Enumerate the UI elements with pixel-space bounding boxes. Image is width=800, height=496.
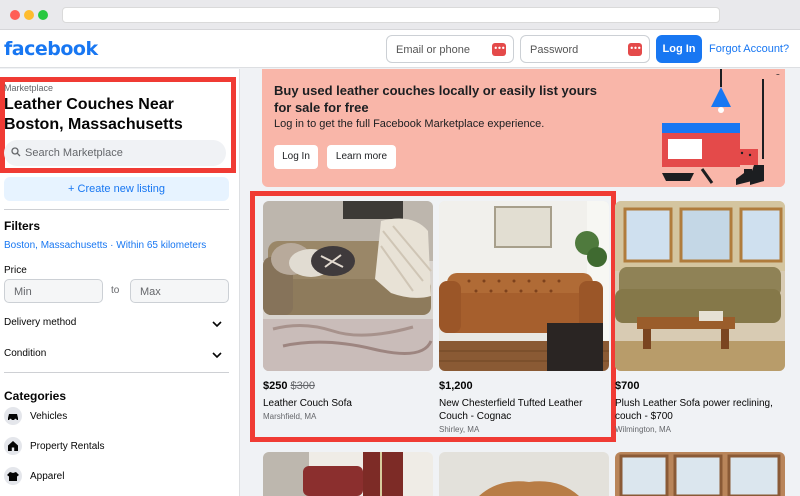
category-label: Property Rentals bbox=[30, 441, 105, 452]
delivery-method-filter[interactable]: Delivery method bbox=[4, 317, 76, 328]
password-field[interactable]: Password ••• bbox=[520, 35, 650, 63]
password-placeholder: Password bbox=[530, 44, 579, 56]
sidebar: Marketplace Leather Couches Near Boston,… bbox=[0, 69, 240, 496]
banner-title: Buy used leather couches locally or easi… bbox=[274, 83, 597, 115]
listing-location: Shirley, MA bbox=[439, 425, 480, 434]
search-placeholder: Search Marketplace bbox=[25, 147, 123, 159]
close-window-button[interactable] bbox=[10, 10, 20, 20]
listing-title[interactable]: Leather Couch Sofa bbox=[263, 397, 431, 410]
banner-subtitle: Log in to get the full Facebook Marketpl… bbox=[274, 118, 545, 130]
listing-price: $1,200 bbox=[439, 380, 473, 392]
listing-card[interactable]: $1,200 New Chesterfield Tufted Leather C… bbox=[439, 201, 609, 441]
learn-more-button[interactable]: Learn more bbox=[327, 145, 396, 169]
login-promo-banner: Buy used leather couches locally or easi… bbox=[262, 69, 785, 187]
facebook-logo[interactable]: facebook bbox=[4, 38, 98, 60]
page-title: Leather Couches Near Boston, Massachuset… bbox=[4, 96, 183, 133]
listing-price: $700 bbox=[615, 380, 639, 392]
listing-title[interactable]: New Chesterfield Tufted Leather Couch - … bbox=[439, 397, 607, 423]
listing-title[interactable]: Plush Leather Sofa power reclining, couc… bbox=[615, 397, 783, 423]
chevron-down-icon[interactable] bbox=[212, 350, 222, 360]
listing-card[interactable]: $700 Plush Leather Sofa power reclining,… bbox=[615, 201, 785, 441]
marketplace-illustration bbox=[662, 69, 785, 187]
chevron-down-icon[interactable] bbox=[212, 319, 222, 329]
email-field[interactable]: Email or phone ••• bbox=[386, 35, 514, 63]
min-price-input[interactable]: Min bbox=[4, 279, 103, 303]
address-bar[interactable] bbox=[62, 7, 720, 23]
listing-card[interactable]: $250 $300 Leather Couch Sofa Marshfield, … bbox=[263, 201, 433, 441]
password-manager-icon[interactable]: ••• bbox=[492, 43, 506, 56]
create-listing-button[interactable]: + Create new listing bbox=[4, 177, 229, 201]
listing-price: $250 $300 bbox=[263, 380, 315, 392]
condition-filter[interactable]: Condition bbox=[4, 348, 46, 359]
search-icon bbox=[11, 147, 21, 157]
divider bbox=[4, 209, 229, 210]
current-price: $250 bbox=[263, 380, 288, 392]
top-header: facebook Email or phone ••• Password •••… bbox=[0, 30, 800, 68]
listing-location: Wilmington, MA bbox=[615, 425, 672, 434]
categories-heading: Categories bbox=[4, 389, 67, 403]
search-input[interactable]: Search Marketplace bbox=[4, 140, 226, 166]
listing-photo[interactable] bbox=[439, 201, 609, 371]
email-placeholder: Email or phone bbox=[396, 44, 470, 56]
category-label: Vehicles bbox=[30, 411, 68, 422]
login-button[interactable]: Log In bbox=[656, 35, 702, 63]
section-label: Marketplace bbox=[4, 83, 54, 93]
listing-photo-partial[interactable] bbox=[615, 452, 785, 496]
minimize-window-button[interactable] bbox=[24, 10, 34, 20]
location-filter-link[interactable]: Boston, Massachusetts · Within 65 kilome… bbox=[4, 240, 206, 251]
shirt-icon bbox=[4, 467, 22, 485]
category-label: Apparel bbox=[30, 471, 65, 482]
listing-photo-partial[interactable] bbox=[263, 452, 433, 496]
listing-location: Marshfield, MA bbox=[263, 412, 317, 421]
to-text: to bbox=[111, 285, 120, 296]
filters-heading: Filters bbox=[4, 219, 41, 233]
listing-photo-partial[interactable] bbox=[439, 452, 609, 496]
listing-photo[interactable] bbox=[615, 201, 785, 371]
password-manager-icon[interactable]: ••• bbox=[628, 43, 642, 56]
max-price-input[interactable]: Max bbox=[130, 279, 229, 303]
banner-login-button[interactable]: Log In bbox=[274, 145, 318, 169]
original-price: $300 bbox=[290, 380, 315, 392]
current-price: $700 bbox=[615, 380, 640, 392]
current-price: $1,200 bbox=[439, 380, 473, 392]
listing-photo[interactable] bbox=[263, 201, 433, 371]
forgot-account-link[interactable]: Forgot Account? bbox=[709, 43, 789, 55]
maximize-window-button[interactable] bbox=[38, 10, 48, 20]
house-icon bbox=[4, 437, 22, 455]
browser-chrome bbox=[0, 0, 800, 30]
car-icon bbox=[4, 407, 22, 425]
price-label: Price bbox=[4, 265, 27, 276]
divider bbox=[4, 372, 229, 373]
